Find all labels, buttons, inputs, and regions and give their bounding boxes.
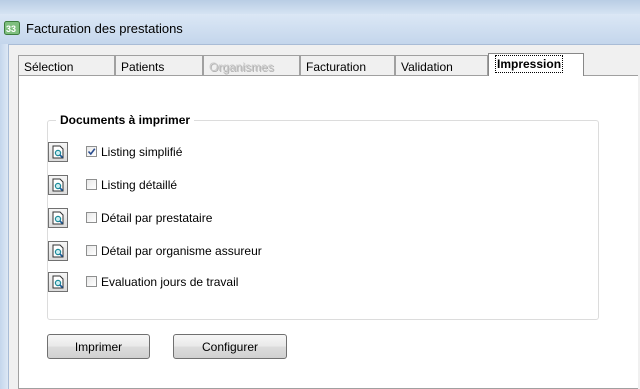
document-checkbox[interactable] bbox=[86, 245, 97, 256]
print-button[interactable]: Imprimer bbox=[47, 334, 150, 359]
tab-label: Organismes bbox=[209, 60, 274, 74]
tab-validation[interactable]: Validation bbox=[395, 55, 488, 75]
print-preview-button[interactable] bbox=[48, 272, 68, 292]
print-preview-button[interactable] bbox=[48, 241, 68, 261]
tab-facturation[interactable]: Facturation bbox=[300, 55, 395, 75]
app-window: 33 Facturation des prestations Sélection… bbox=[0, 14, 640, 389]
window-title: Facturation des prestations bbox=[26, 21, 183, 36]
title-bar: 33 Facturation des prestations bbox=[0, 14, 640, 45]
tab-label: Facturation bbox=[306, 60, 367, 74]
tab-impression[interactable]: Impression bbox=[488, 53, 584, 76]
app-icon: 33 bbox=[4, 20, 20, 36]
tab-label: Patients bbox=[121, 60, 165, 74]
document-checkbox[interactable] bbox=[86, 179, 97, 190]
document-label: Listing détaillé bbox=[101, 178, 178, 192]
document-label: Détail par prestataire bbox=[101, 211, 213, 225]
print-preview-button[interactable] bbox=[48, 142, 68, 162]
print-preview-icon bbox=[52, 145, 64, 159]
window-frame-edge bbox=[0, 44, 9, 389]
print-preview-icon bbox=[52, 244, 64, 258]
svg-text:33: 33 bbox=[6, 24, 16, 34]
tab-selection[interactable]: Sélection bbox=[18, 55, 115, 75]
tab-organismes: Organismes bbox=[203, 55, 300, 75]
document-label: Détail par organisme assureur bbox=[101, 244, 262, 258]
print-preview-icon bbox=[52, 211, 64, 225]
document-checkbox[interactable] bbox=[86, 146, 97, 157]
document-label: Listing simplifié bbox=[101, 145, 183, 159]
tab-label: Validation bbox=[401, 60, 453, 74]
checkmark-icon bbox=[87, 148, 96, 156]
document-label: Evaluation jours de travail bbox=[101, 275, 239, 289]
tab-pane-impression: Documents à imprimer Imprimer Configurer… bbox=[18, 75, 638, 389]
print-preview-icon bbox=[52, 275, 64, 289]
document-checkbox[interactable] bbox=[86, 276, 97, 287]
document-checkbox[interactable] bbox=[86, 212, 97, 223]
print-preview-button[interactable] bbox=[48, 208, 68, 228]
tab-patients[interactable]: Patients bbox=[115, 55, 203, 75]
tab-label: Impression bbox=[494, 55, 564, 73]
configure-button[interactable]: Configurer bbox=[173, 334, 287, 359]
background-strip bbox=[0, 0, 640, 14]
groupbox-title: Documents à imprimer bbox=[56, 113, 195, 127]
tab-label: Sélection bbox=[24, 60, 74, 74]
print-preview-button[interactable] bbox=[48, 175, 68, 195]
print-preview-icon bbox=[52, 178, 64, 192]
